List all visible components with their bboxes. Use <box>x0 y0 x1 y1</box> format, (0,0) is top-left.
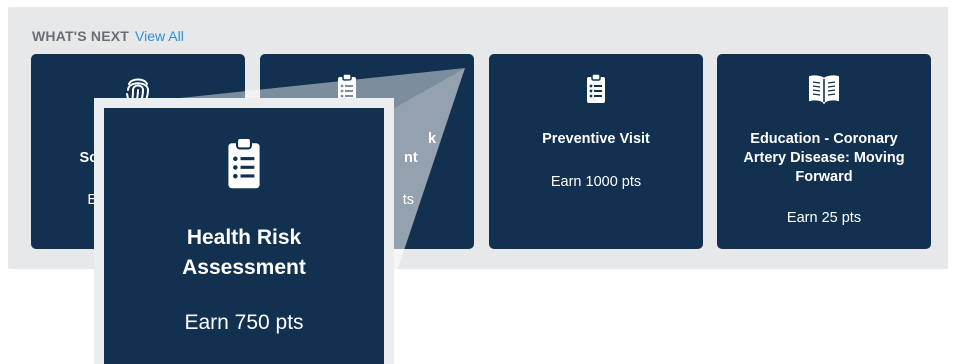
card-points: Earn 25 pts <box>786 210 862 226</box>
zoomed-card-frame: Health Risk Assessment Earn 750 pts <box>94 98 394 364</box>
card-points: E <box>87 192 97 208</box>
card-title-line: k <box>428 131 437 147</box>
card-title-line: nt <box>404 150 418 166</box>
activity-card-preventive-visit[interactable]: Preventive Visit Earn 1000 pts <box>489 54 703 249</box>
clipboard-list-icon <box>104 138 384 190</box>
section-title: WHAT'S NEXT <box>32 28 130 44</box>
open-book-icon <box>717 74 931 106</box>
zoomed-card-title: Health Risk Assessment <box>182 226 306 279</box>
zoomed-card-points: Earn 750 pts <box>184 311 304 334</box>
activity-card-education[interactable]: Education - Coronary Artery Disease: Mov… <box>717 54 931 249</box>
card-title: k nt <box>404 130 474 168</box>
card-title: Preventive Visit <box>542 131 650 147</box>
panel-header: WHAT'S NEXT View All <box>32 28 184 44</box>
clipboard-list-icon <box>489 74 703 106</box>
card-points: Earn 1000 pts <box>550 174 642 190</box>
card-points: ts <box>402 192 414 208</box>
view-all-link[interactable]: View All <box>135 28 184 44</box>
page: WHAT'S NEXTView All Vi Scre E <box>0 0 956 364</box>
zoomed-card-health-risk-assessment[interactable]: Health Risk Assessment Earn 750 pts <box>104 108 384 364</box>
card-title: Education - Coronary Artery Disease: Mov… <box>743 131 905 185</box>
